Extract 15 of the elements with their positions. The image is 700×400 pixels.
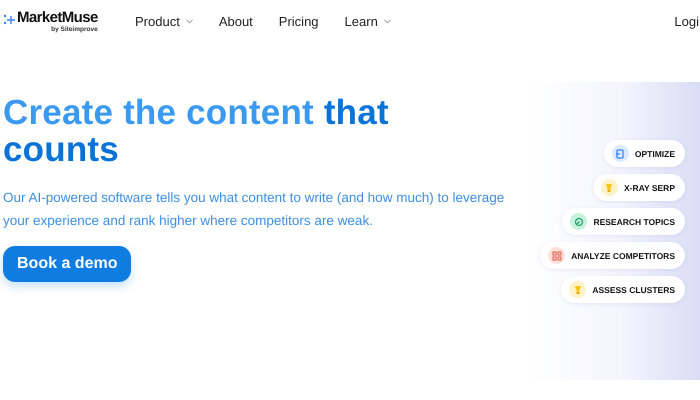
nav-link[interactable]: About (218, 14, 253, 28)
book-demo-button[interactable]: Book a demo (3, 246, 132, 282)
login-link[interactable]: Logi (674, 14, 699, 28)
hero-headline: Create the content that counts (3, 94, 390, 168)
sparkle-icon (3, 14, 15, 26)
feature-pill[interactable]: ANALYZE COMPETITORS (540, 242, 685, 269)
nav-link[interactable]: Pricing (278, 14, 319, 28)
logo-wordmark[interactable]: MarketMuse (17, 10, 98, 26)
nav-link[interactable]: Product (135, 14, 193, 28)
feature-pill[interactable]: OPTIMIZE (604, 140, 685, 167)
feature-pill[interactable]: X-RAY SERP (592, 174, 685, 201)
feature-pill[interactable]: RESEARCH TOPICS (562, 208, 685, 235)
feature-pill[interactable]: ASSESS CLUSTERS (561, 276, 685, 303)
nav-link[interactable]: Learn (344, 14, 391, 28)
hero-description: Our AI-powered software tells you what content to write (and how much) to leverage your experience and rank higher where competitors are weak. (3, 189, 506, 230)
